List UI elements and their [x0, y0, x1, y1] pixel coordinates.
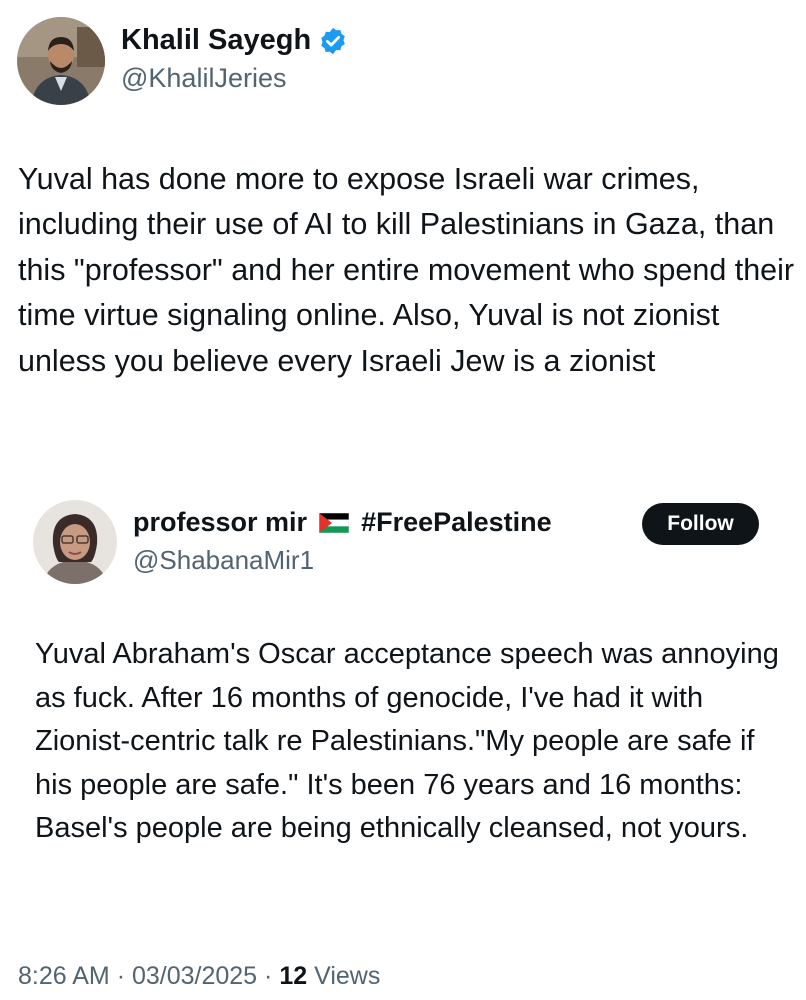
quoted-tweet-text: Yuval Abraham's Oscar acceptance speech …: [35, 638, 779, 844]
quoted-avatar[interactable]: [33, 500, 117, 584]
quoted-author-handle[interactable]: @ShabanaMir1: [133, 545, 314, 576]
quoted-avatar-photo: [33, 500, 117, 584]
tweet-date[interactable]: 03/03/2025: [132, 962, 257, 990]
author-name-text: Khalil Sayegh: [121, 24, 312, 56]
avatar-photo: [17, 17, 105, 105]
avatar[interactable]: [17, 17, 105, 105]
verified-badge-icon: [318, 26, 348, 56]
tweet-time[interactable]: 8:26 AM: [18, 962, 110, 990]
meta-separator: ·: [116, 962, 126, 990]
author-handle[interactable]: @KhalilJeries: [121, 63, 286, 94]
quoted-author-name-part2: #FreePalestine: [361, 507, 552, 537]
tweet-text: Yuval has done more to expose Israeli wa…: [18, 162, 795, 378]
follow-button[interactable]: Follow: [642, 503, 759, 545]
palestine-flag-icon: [319, 512, 350, 533]
views-count: 12: [279, 962, 308, 990]
meta-separator: ·: [264, 962, 273, 990]
quoted-author-name[interactable]: professor mir #FreePalestine: [133, 507, 552, 538]
author-name[interactable]: Khalil Sayegh: [121, 24, 348, 57]
tweet-metadata: 8:26 AM · 03/03/2025 · 12 Views: [18, 962, 380, 991]
views-label: Views: [314, 962, 381, 990]
quoted-author-name-part1: professor mir: [133, 507, 308, 537]
